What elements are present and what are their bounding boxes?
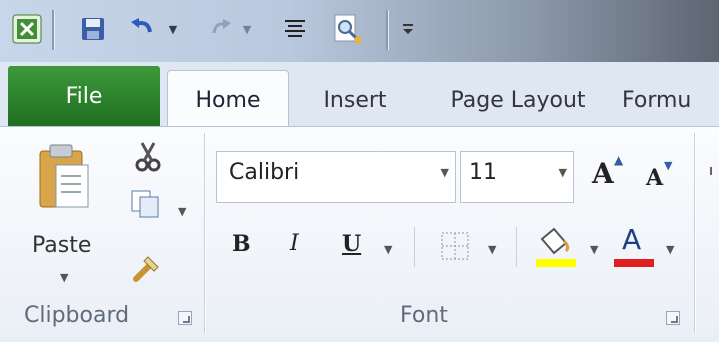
- fill-color-dropdown-icon[interactable]: ▼: [590, 243, 598, 256]
- undo-dropdown-icon[interactable]: ▼: [166, 9, 180, 49]
- group-separator: [694, 133, 696, 333]
- font-color-letter: A: [622, 223, 642, 256]
- toolbar-separator: [386, 10, 389, 50]
- clipboard-group-label: Clipboard: [24, 303, 130, 328]
- fill-color-icon[interactable]: [534, 225, 578, 271]
- clipboard-launcher-icon[interactable]: [178, 311, 192, 325]
- bold-button[interactable]: B: [232, 231, 251, 257]
- format-painter-icon[interactable]: [132, 251, 166, 285]
- print-preview-icon[interactable]: [328, 9, 368, 49]
- font-name-combobox[interactable]: Calibri ▼: [216, 151, 456, 203]
- shrink-font-button[interactable]: A ▼: [640, 159, 676, 199]
- font-color-dropdown-icon[interactable]: ▼: [666, 243, 674, 256]
- italic-button[interactable]: I: [290, 231, 299, 256]
- grow-font-label: A: [592, 157, 614, 190]
- font-size-combobox[interactable]: 11 ▼: [460, 151, 574, 203]
- align-icon[interactable]: [280, 9, 310, 49]
- underline-dropdown-icon[interactable]: ▼: [384, 243, 392, 256]
- grow-font-arrow-icon: ▲: [614, 153, 624, 167]
- font-launcher-icon[interactable]: [666, 311, 680, 325]
- ribbon-home: Paste ▼ ▼ Clipboard Calibri ▼ 11 ▼ A ▲ A…: [0, 126, 719, 342]
- save-icon[interactable]: [78, 9, 108, 49]
- ribbon-tabs: File Home Insert Page Layout Formu: [0, 62, 719, 129]
- redo-icon: [206, 9, 236, 49]
- undo-icon[interactable]: [126, 9, 160, 49]
- font-color-swatch: [614, 259, 654, 267]
- paste-icon: [39, 144, 89, 208]
- borders-dropdown-icon[interactable]: ▼: [488, 243, 496, 256]
- toolbar-separator: [52, 10, 55, 50]
- excel-icon[interactable]: [10, 9, 44, 49]
- underline-button[interactable]: U: [342, 231, 361, 257]
- copy-dropdown-icon[interactable]: ▼: [178, 205, 186, 218]
- font-name-value: Calibri: [229, 160, 300, 185]
- font-color-button[interactable]: A: [612, 223, 656, 271]
- paste-label: Paste: [32, 233, 92, 258]
- toolbar-divider: [414, 227, 415, 267]
- ribbon-overflow: [710, 167, 712, 175]
- shrink-font-arrow-icon: ▼: [664, 159, 673, 172]
- borders-icon[interactable]: [440, 231, 472, 263]
- copy-icon[interactable]: [130, 189, 170, 223]
- font-size-dropdown-icon[interactable]: ▼: [559, 166, 567, 179]
- tab-page-layout[interactable]: Page Layout: [428, 74, 608, 126]
- shrink-font-label: A: [646, 165, 664, 191]
- tab-file[interactable]: File: [8, 66, 160, 126]
- paste-button[interactable]: Paste ▼: [24, 137, 110, 297]
- font-size-value: 11: [469, 160, 497, 185]
- font-group-label: Font: [400, 303, 448, 328]
- tab-home[interactable]: Home: [167, 70, 289, 129]
- redo-dropdown-icon: ▼: [242, 22, 252, 36]
- toolbar-divider: [516, 227, 517, 267]
- customize-toolbar-icon[interactable]: [398, 9, 418, 49]
- quick-access-toolbar: ▼ ▼: [0, 0, 719, 62]
- cut-icon[interactable]: [134, 141, 166, 173]
- tab-insert[interactable]: Insert: [300, 74, 410, 126]
- group-separator: [204, 133, 206, 333]
- paste-dropdown-icon: ▼: [60, 271, 69, 284]
- font-name-dropdown-icon[interactable]: ▼: [441, 166, 449, 179]
- grow-font-button[interactable]: A ▲: [588, 153, 628, 197]
- tab-formulas[interactable]: Formu: [612, 74, 719, 126]
